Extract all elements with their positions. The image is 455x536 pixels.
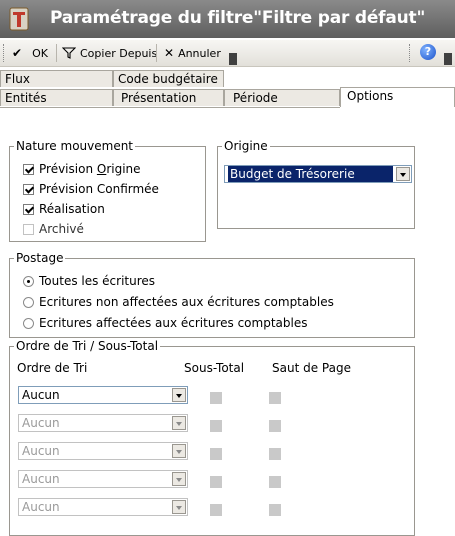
chevron-down-icon[interactable] — [172, 500, 186, 514]
nature-mouvement-group: Nature mouvement Prévision Origine Prévi… — [9, 139, 206, 242]
check-icon: ✔ — [12, 46, 23, 60]
col-header-pagebreak: Saut de Page — [272, 361, 351, 375]
radio-button[interactable] — [23, 275, 34, 287]
ok-button[interactable]: ✔ OK — [12, 43, 48, 63]
toolbar-grip[interactable] — [3, 44, 7, 62]
radio-label: Ecritures non affectées aux écritures co… — [39, 295, 334, 309]
page-break-checkbox[interactable] — [269, 420, 281, 432]
tab-code-budgetaire[interactable]: Code budgétaire — [113, 70, 224, 87]
checkbox-box[interactable] — [23, 203, 34, 215]
toolbar-grip[interactable] — [409, 44, 413, 62]
tab-label: Code budgétaire — [118, 72, 218, 86]
group-legend: Nature mouvement — [14, 139, 136, 153]
chevron-down-icon[interactable] — [396, 167, 410, 181]
select-value: Aucun — [22, 444, 60, 458]
close-icon: ✕ — [164, 46, 175, 60]
tab-flux[interactable]: Flux — [0, 70, 113, 87]
checkbox-prevision-origine[interactable]: Prévision Origine — [23, 162, 141, 176]
ok-label: OK — [32, 46, 48, 60]
checkbox-label: Prévision Confirmée — [39, 182, 159, 196]
checkbox-label: Prévision Origine — [39, 162, 141, 176]
select-value: Aucun — [22, 472, 60, 486]
select-value: Aucun — [22, 500, 60, 514]
tab-label: Options — [347, 89, 394, 103]
radio-non-affectees[interactable]: Ecritures non affectées aux écritures co… — [23, 295, 334, 309]
radio-affectees[interactable]: Ecritures affectées aux écritures compta… — [23, 316, 307, 330]
col-header-order: Ordre de Tri — [17, 361, 88, 375]
origine-select[interactable]: Budget de Trésorerie — [224, 165, 412, 183]
title-bar: Paramétrage du filtre"Filtre par défaut" — [0, 0, 455, 38]
tab-strip-border — [0, 107, 340, 108]
chevron-down-icon[interactable] — [172, 472, 186, 486]
group-legend: Origine — [222, 139, 270, 153]
tab-label: Période — [233, 91, 278, 105]
tab-label: Flux — [5, 72, 30, 86]
toolbar: ✔ OK Copier Depuis ✕ Annuler ? — [0, 40, 455, 67]
radio-button[interactable] — [23, 296, 34, 308]
checkbox-prevision-confirmee[interactable]: Prévision Confirmée — [23, 182, 159, 196]
subtotal-checkbox[interactable] — [210, 392, 222, 404]
chevron-down-icon[interactable] — [172, 416, 186, 430]
group-legend: Ordre de Tri / Sous-Total — [14, 339, 161, 353]
subtotal-checkbox[interactable] — [210, 420, 222, 432]
postage-group: Postage Toutes les écritures Ecritures n… — [9, 251, 415, 338]
app-icon — [9, 7, 29, 31]
col-header-subtotal: Sous-Total — [184, 361, 245, 375]
tab-label: Présentation — [121, 91, 197, 105]
checkbox-archive[interactable]: Archivé — [23, 222, 84, 236]
tab-label: Entités — [5, 91, 47, 105]
cancel-button[interactable]: ✕ Annuler — [164, 43, 221, 63]
sort-select-1[interactable]: Aucun — [18, 386, 188, 404]
subtotal-checkbox[interactable] — [210, 448, 222, 460]
checkbox-box[interactable] — [23, 223, 34, 235]
cancel-label: Annuler — [178, 46, 221, 60]
window-title: Paramétrage du filtre"Filtre par défaut" — [50, 8, 426, 28]
filter-icon — [62, 47, 76, 59]
checkbox-box[interactable] — [23, 183, 34, 195]
help-icon[interactable]: ? — [420, 44, 436, 60]
tab-options[interactable]: Options — [340, 87, 455, 107]
radio-button[interactable] — [23, 317, 34, 329]
subtotal-checkbox[interactable] — [210, 504, 222, 516]
chevron-down-icon[interactable] — [172, 444, 186, 458]
copy-from-label: Copier Depuis — [80, 46, 158, 60]
page-break-checkbox[interactable] — [269, 448, 281, 460]
select-value: Aucun — [22, 416, 60, 430]
toolbar-separator — [156, 44, 157, 62]
toolbar-overflow-arrow[interactable] — [444, 53, 452, 65]
sort-group: Ordre de Tri / Sous-Total Ordre de Tri S… — [9, 339, 415, 536]
chevron-down-icon[interactable] — [172, 388, 186, 402]
checkbox-box[interactable] — [23, 163, 34, 175]
radio-toutes-ecritures[interactable]: Toutes les écritures — [23, 274, 155, 288]
page-break-checkbox[interactable] — [269, 392, 281, 404]
origine-group: Origine Budget de Trésorerie — [217, 139, 415, 229]
sort-select-4[interactable]: Aucun — [18, 470, 188, 488]
tab-entites[interactable]: Entités — [0, 89, 113, 106]
page-break-checkbox[interactable] — [269, 504, 281, 516]
tab-presentation[interactable]: Présentation — [113, 89, 224, 106]
checkbox-label: Réalisation — [39, 202, 105, 216]
copy-from-button[interactable]: Copier Depuis — [62, 43, 157, 63]
toolbar-separator — [56, 44, 57, 62]
sort-select-3[interactable]: Aucun — [18, 442, 188, 460]
subtotal-checkbox[interactable] — [210, 476, 222, 488]
radio-label: Ecritures affectées aux écritures compta… — [39, 316, 308, 330]
select-value: Aucun — [22, 388, 60, 402]
checkbox-realisation[interactable]: Réalisation — [23, 202, 105, 216]
group-legend: Postage — [14, 251, 66, 265]
sort-select-5[interactable]: Aucun — [18, 498, 188, 516]
toolbar-overflow-arrow[interactable] — [229, 53, 237, 65]
sort-select-2[interactable]: Aucun — [18, 414, 188, 432]
select-value: Budget de Trésorerie — [228, 166, 393, 182]
radio-label: Toutes les écritures — [39, 274, 156, 288]
tab-periode[interactable]: Période — [224, 89, 340, 106]
checkbox-label: Archivé — [39, 222, 84, 236]
page-break-checkbox[interactable] — [269, 476, 281, 488]
